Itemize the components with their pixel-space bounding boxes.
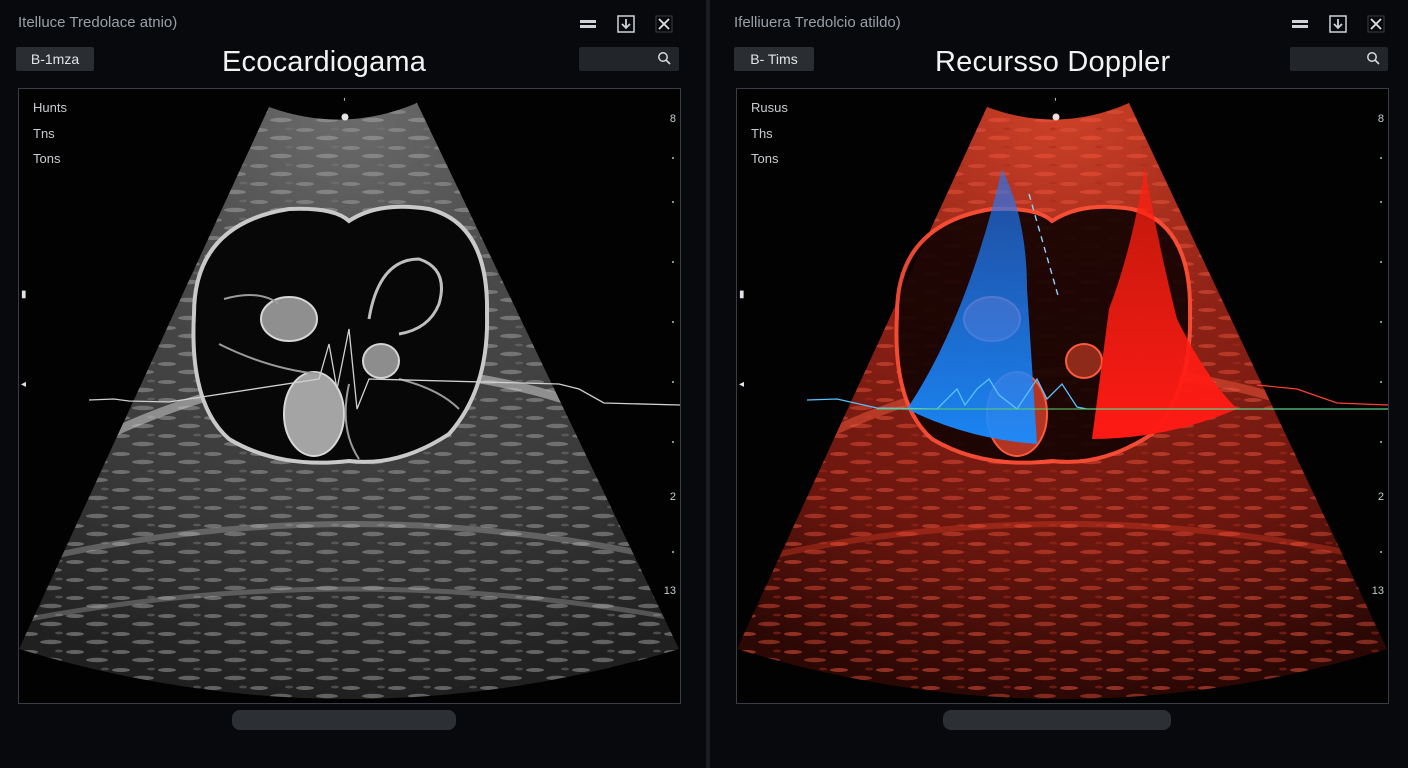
scrollbar[interactable] xyxy=(232,710,456,730)
param-item: Rusus xyxy=(751,100,788,115)
scale-tick xyxy=(1380,381,1382,383)
doppler-window: Ifelliuera Tredolcio atildo) B- Tims Rec… xyxy=(710,0,1408,768)
scale-tick xyxy=(672,261,674,263)
download-icon[interactable] xyxy=(616,14,636,34)
parameter-list: Hunts Tns Tons xyxy=(33,95,67,172)
param-item: Hunts xyxy=(33,100,67,115)
window-controls xyxy=(1290,14,1386,34)
ultrasound-image: ' xyxy=(19,97,680,699)
scale-label: 8 xyxy=(1377,113,1384,125)
ultrasound-viewport[interactable]: ' Hunts Tns Tons 8 2 13 ▮ ◂ xyxy=(18,88,681,704)
close-icon[interactable] xyxy=(654,14,674,34)
search-input[interactable] xyxy=(1290,47,1388,71)
scale-tick xyxy=(1380,201,1382,203)
scale-tick xyxy=(672,321,674,323)
scale-label: 13 xyxy=(1371,585,1384,597)
window-title: Itelluce Tredolace atnio) xyxy=(18,14,178,31)
minimize-icon[interactable] xyxy=(578,14,598,34)
scale-tick xyxy=(1380,321,1382,323)
svg-text:': ' xyxy=(343,97,346,108)
search-icon[interactable] xyxy=(657,51,671,70)
scale-label: 2 xyxy=(1377,491,1384,503)
pointer-marker-icon: ◂ xyxy=(21,379,27,390)
search-input[interactable] xyxy=(579,47,679,71)
echocardiogram-window: Itelluce Tredolace atnio) B-1mza Ecocard… xyxy=(0,0,706,768)
scale-tick xyxy=(672,551,674,553)
scale-label: 13 xyxy=(663,585,676,597)
scrollbar[interactable] xyxy=(943,710,1171,730)
svg-text:': ' xyxy=(1054,97,1057,108)
scale-tick xyxy=(672,381,674,383)
download-icon[interactable] xyxy=(1328,14,1348,34)
view-title: Ecocardiogama xyxy=(222,46,427,78)
window-controls xyxy=(578,14,674,34)
scale-tick xyxy=(672,157,674,159)
scale-tick xyxy=(672,441,674,443)
scale-label: 2 xyxy=(669,491,676,503)
focus-marker-icon: ▮ xyxy=(739,289,745,300)
depth-scale: 8 2 13 xyxy=(664,113,676,633)
scale-tick xyxy=(1380,551,1382,553)
pointer-marker-icon: ◂ xyxy=(739,379,745,390)
param-item: Ths xyxy=(751,125,773,141)
scale-tick xyxy=(1380,261,1382,263)
param-item: Tons xyxy=(751,151,779,166)
window-title: Ifelliuera Tredolcio atildo) xyxy=(734,14,901,31)
doppler-image: ' xyxy=(737,97,1388,699)
doppler-viewport[interactable]: ' Rusus Ths Tons 8 2 13 ▮ ◂ xyxy=(736,88,1389,704)
param-item: Tns xyxy=(33,125,55,141)
focus-marker-icon: ▮ xyxy=(21,289,27,300)
scale-tick xyxy=(1380,441,1382,443)
mode-badge[interactable]: B- Tims xyxy=(734,47,814,71)
mode-badge[interactable]: B-1mza xyxy=(16,47,94,71)
scale-tick xyxy=(1380,157,1382,159)
minimize-icon[interactable] xyxy=(1290,14,1310,34)
close-icon[interactable] xyxy=(1366,14,1386,34)
parameter-list: Rusus Ths Tons xyxy=(751,95,788,172)
param-item: Tons xyxy=(33,151,61,166)
view-title: Recursso Doppler xyxy=(935,46,1171,78)
scale-label: 8 xyxy=(669,113,676,125)
scale-tick xyxy=(672,201,674,203)
depth-scale: 8 2 13 xyxy=(1372,113,1384,633)
search-icon[interactable] xyxy=(1366,51,1380,70)
